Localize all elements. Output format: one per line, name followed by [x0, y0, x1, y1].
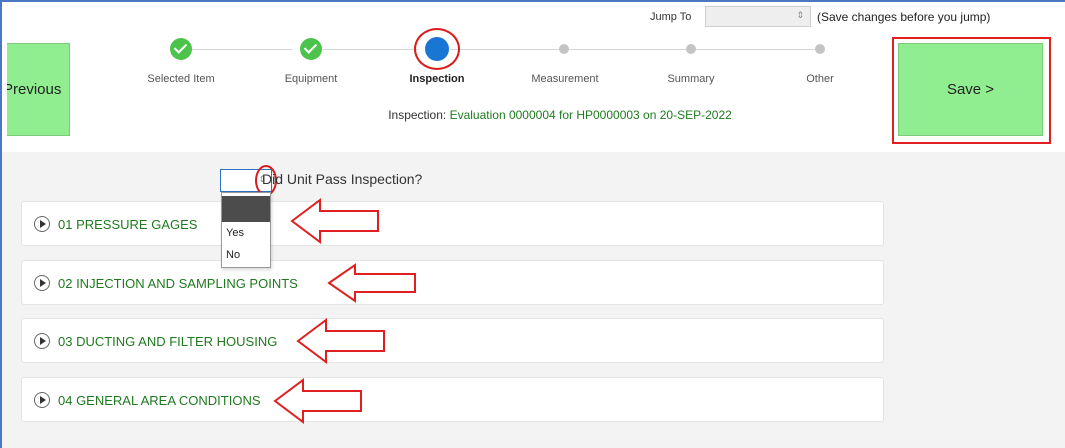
step-label-selected-item[interactable]: Selected Item — [131, 73, 231, 85]
step-label-measurement[interactable]: Measurement — [515, 73, 615, 85]
step-connector — [322, 49, 418, 50]
step-other-dot-icon[interactable] — [815, 44, 825, 54]
expand-arrow-icon[interactable] — [34, 275, 50, 291]
section-title[interactable]: 04 GENERAL AREA CONDITIONS — [58, 393, 261, 408]
jump-note: (Save changes before you jump) — [817, 10, 991, 24]
inspection-prefix: Inspection: — [388, 108, 450, 122]
annotation-arrow-icon — [273, 378, 362, 424]
pass-inspection-options: Yes No — [221, 192, 271, 268]
step-connector — [450, 49, 820, 50]
jump-to-select[interactable]: ⇕ — [705, 6, 811, 27]
step-label-other[interactable]: Other — [770, 73, 870, 85]
step-summary-dot-icon[interactable] — [686, 44, 696, 54]
option-yes[interactable]: Yes — [222, 222, 270, 244]
step-label-inspection[interactable]: Inspection — [387, 73, 487, 85]
expand-arrow-icon[interactable] — [34, 392, 50, 408]
previous-button[interactable]: Previous — [7, 43, 70, 136]
section-panel[interactable]: 03 DUCTING AND FILTER HOUSING — [21, 318, 884, 363]
section-title[interactable]: 03 DUCTING AND FILTER HOUSING — [58, 334, 277, 349]
section-title[interactable]: 01 PRESSURE GAGES — [58, 217, 197, 232]
option-blank[interactable] — [222, 196, 270, 222]
expand-arrow-icon[interactable] — [34, 216, 50, 232]
step-equipment-check-icon[interactable] — [300, 38, 322, 60]
save-button[interactable]: Save > — [898, 43, 1043, 136]
step-measurement-dot-icon[interactable] — [559, 44, 569, 54]
section-panel[interactable]: 04 GENERAL AREA CONDITIONS — [21, 377, 884, 422]
annotation-red-circle — [414, 28, 460, 70]
step-label-summary[interactable]: Summary — [641, 73, 741, 85]
section-panel[interactable]: 01 PRESSURE GAGES — [21, 201, 884, 246]
step-connector — [192, 49, 292, 50]
annotation-arrow-icon — [296, 318, 385, 364]
annotation-arrow-icon — [327, 263, 416, 303]
select-arrows-icon: ⇕ — [796, 10, 804, 20]
inspection-summary: Inspection: Evaluation 0000004 for HP000… — [200, 108, 920, 122]
section-title[interactable]: 02 INJECTION AND SAMPLING POINTS — [58, 276, 298, 291]
pass-inspection-label: Did Unit Pass Inspection? — [262, 171, 423, 187]
step-label-equipment[interactable]: Equipment — [261, 73, 361, 85]
step-selected-item-check-icon[interactable] — [170, 38, 192, 60]
inspection-value: Evaluation 0000004 for HP0000003 on 20-S… — [449, 108, 732, 122]
jump-to-label: Jump To — [650, 11, 692, 23]
option-no[interactable]: No — [222, 244, 270, 266]
section-panel[interactable]: 02 INJECTION AND SAMPLING POINTS — [21, 260, 884, 305]
previous-button-label: Previous — [7, 81, 62, 98]
annotation-arrow-icon — [290, 198, 379, 244]
expand-arrow-icon[interactable] — [34, 333, 50, 349]
